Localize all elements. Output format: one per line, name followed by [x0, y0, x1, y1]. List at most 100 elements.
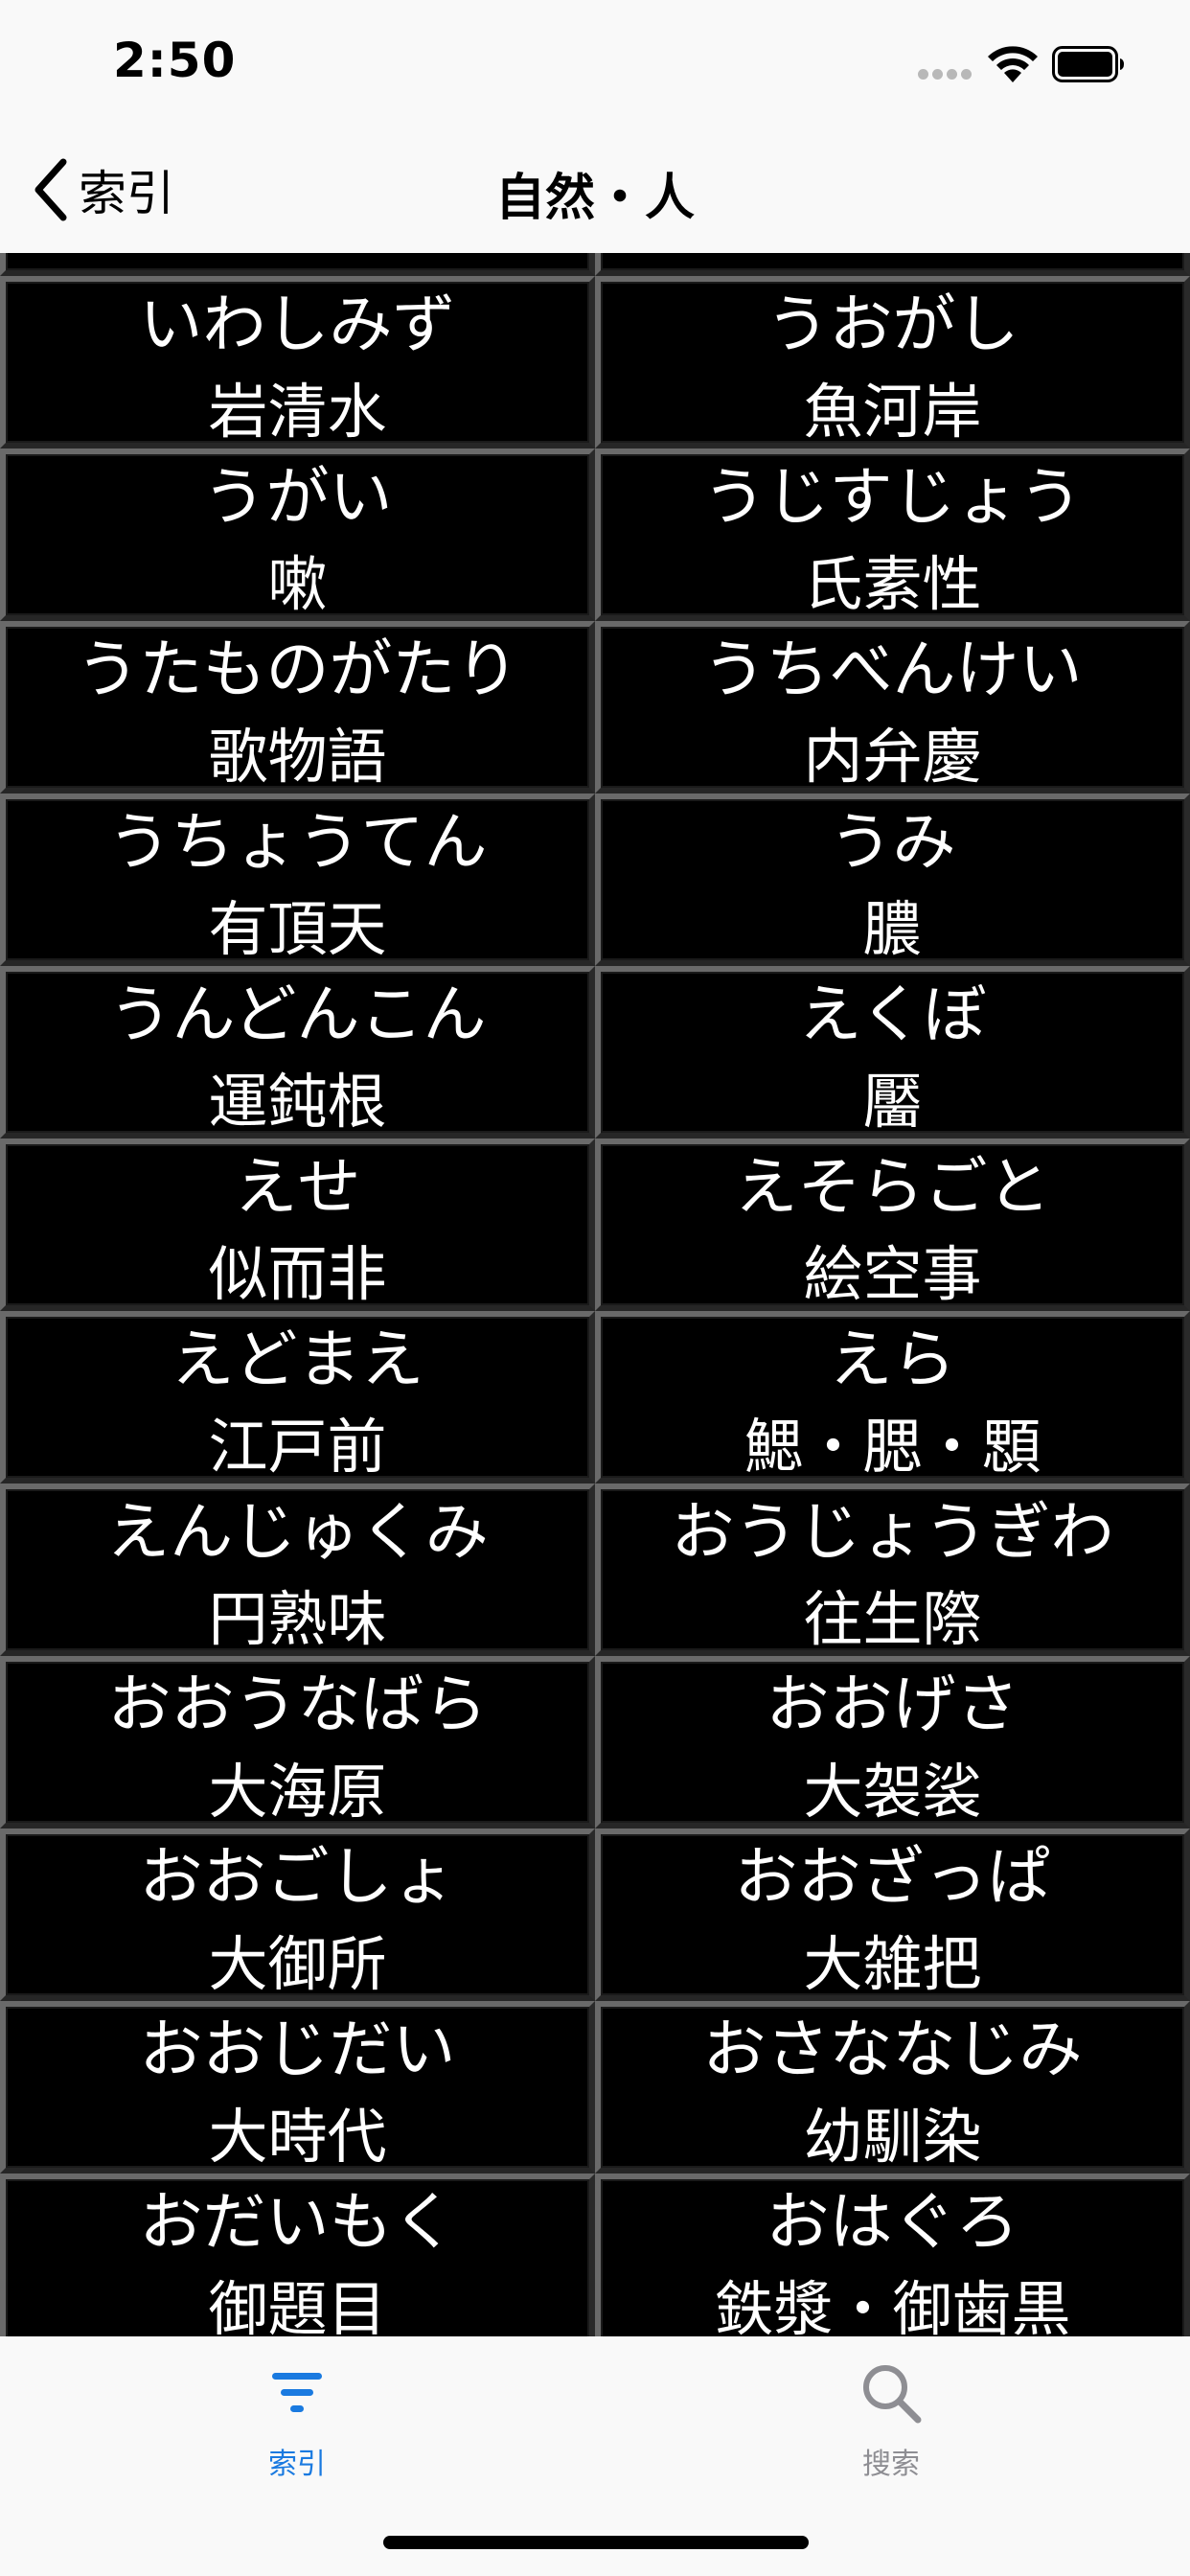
word-kanji: 岩清水 [208, 377, 387, 447]
word-reading: えくぼ [798, 978, 987, 1051]
word-cell[interactable]: えどまえ 江戸前 [0, 1311, 595, 1484]
battery-icon [1052, 46, 1124, 82]
word-reading: うたものがたり [76, 632, 519, 706]
grid-row: うんどんこん 運鈍根 えくぼ靨 [0, 966, 1190, 1138]
word-reading: うじすじょう [702, 460, 1083, 534]
word-reading: おはぐろ [766, 2185, 1019, 2259]
word-cell[interactable]: 居留守 [595, 253, 1190, 276]
word-cell[interactable]: えんじゅくみ 円熟味 [0, 1484, 595, 1656]
word-cell[interactable]: えら 鰓・腮・顋 [595, 1311, 1190, 1484]
word-reading: うんどんこん [108, 978, 487, 1051]
word-kanji: 内弁慶 [803, 722, 982, 792]
word-reading: おおうなばら [107, 1668, 488, 1741]
wifi-icon [988, 46, 1038, 82]
word-reading: えせ [234, 1150, 361, 1224]
word-cell[interactable]: おおじだい 大時代 [0, 2001, 595, 2174]
grid-row: えどまえ 江戸前 えら 鰓・腮・顋 [0, 1311, 1190, 1484]
grid-row: うちょうてん 有頂天 うみ膿 [0, 794, 1190, 966]
word-kanji: 鉄漿・御歯黒 [714, 2274, 1071, 2336]
grid-row: えせ 似而非 えそらごと 絵空事 [0, 1138, 1190, 1311]
word-cell[interactable]: おおうなばら 大海原 [0, 1656, 595, 1828]
page-title: 自然・人 [494, 170, 695, 227]
grid-row: いわしみず 岩清水 うおがし 魚河岸 [0, 276, 1190, 448]
word-reading: えそらごと [734, 1150, 1051, 1224]
word-grid[interactable]: 洸居留守いわしみず岩清水うおがし魚河岸うがい嗽うじすじょう氏素性うたものがたり歌… [0, 253, 1190, 2336]
word-cell[interactable]: おはぐろ鉄漿・御歯黒 [595, 2174, 1190, 2336]
navigation-bar: 索引 自然・人 [0, 126, 1190, 253]
word-reading: いわしみず [139, 288, 456, 361]
word-kanji: 大御所 [208, 1929, 387, 1999]
word-grid-content: 洸居留守いわしみず岩清水うおがし魚河岸うがい嗽うじすじょう氏素性うたものがたり歌… [0, 253, 1190, 2336]
word-reading: えどまえ [171, 1322, 424, 1396]
word-cell[interactable]: いわしみず 岩清水 [0, 276, 595, 448]
grid-row: 洸居留守 [0, 253, 1190, 276]
word-cell[interactable]: うおがし 魚河岸 [595, 276, 1190, 448]
word-cell[interactable]: うじすじょう 氏素性 [595, 448, 1190, 621]
tab-search-label: 搜索 [862, 2448, 920, 2481]
word-cell[interactable]: おおげさ 大袈裟 [595, 1656, 1190, 1828]
word-kanji: 似而非 [208, 1239, 387, 1309]
status-time: 2:50 [113, 33, 237, 88]
word-cell[interactable]: おうじょうぎわ往生際 [595, 1484, 1190, 1656]
tab-index-label: 索引 [268, 2448, 326, 2481]
home-indicator [383, 2536, 809, 2549]
word-cell[interactable]: うみ膿 [595, 794, 1190, 966]
word-kanji: 嗽 [267, 549, 328, 619]
word-reading: うおがし [766, 288, 1019, 361]
word-cell[interactable]: おおごしょ 大御所 [0, 1828, 595, 2001]
word-kanji: 幼馴染 [803, 2102, 982, 2172]
grid-row: おおごしょ 大御所 おおざっぱ 大雑把 [0, 1828, 1190, 2001]
word-kanji: 魚河岸 [803, 377, 982, 447]
word-cell[interactable]: えそらごと 絵空事 [595, 1138, 1190, 1311]
word-kanji: 往生際 [803, 1584, 982, 1654]
cellular-signal-icon [918, 69, 975, 80]
grid-row: うがい嗽うじすじょう 氏素性 [0, 448, 1190, 621]
grid-row: おだいもく 御題目 おはぐろ 鉄漿・御歯黒 [0, 2174, 1190, 2336]
tab-index[interactable]: 索引 [153, 2358, 441, 2492]
word-cell[interactable]: おさななじみ 幼馴染 [595, 2001, 1190, 2174]
grid-row: うたものがたり 歌物語 うちべんけい 内弁慶 [0, 621, 1190, 794]
word-cell[interactable]: うんどんこん 運鈍根 [0, 966, 595, 1138]
word-kanji: 円熟味 [208, 1584, 387, 1654]
word-reading: えんじゅくみ [106, 1495, 489, 1569]
grid-row: おおうなばら 大海原 おおげさ 大袈裟 [0, 1656, 1190, 1828]
word-kanji: 大時代 [208, 2102, 387, 2172]
word-reading: おおざっぱ [734, 1840, 1051, 1914]
word-kanji: 氏素性 [803, 549, 982, 619]
word-reading: おさななじみ [702, 2012, 1083, 2086]
word-cell[interactable]: うちょうてん 有頂天 [0, 794, 595, 966]
filter-lines-icon [272, 2373, 322, 2412]
grid-row: えんじゅくみ 円熟味 おうじょうぎわ 往生際 [0, 1484, 1190, 1656]
word-cell[interactable]: うがい嗽 [0, 448, 595, 621]
word-kanji: 膿 [862, 894, 923, 964]
word-reading: うちべんけい [702, 632, 1083, 706]
word-cell[interactable]: おだいもく 御題目 [0, 2174, 595, 2336]
word-reading: えら [829, 1322, 956, 1396]
word-reading: うがい [202, 460, 393, 534]
word-cell[interactable]: おおざっぱ 大雑把 [595, 1828, 1190, 2001]
word-cell[interactable]: 洸 [0, 253, 595, 276]
tab-search[interactable]: 搜索 [747, 2358, 1035, 2492]
word-kanji: 大雑把 [803, 1929, 982, 1999]
word-kanji: 有頂天 [208, 894, 387, 964]
word-cell[interactable]: えくぼ靨 [595, 966, 1190, 1138]
word-cell[interactable]: うたものがたり 歌物語 [0, 621, 595, 794]
word-kanji: 大海原 [208, 1757, 387, 1827]
word-reading: おおげさ [766, 1668, 1019, 1741]
word-cell[interactable]: うちべんけい 内弁慶 [595, 621, 1190, 794]
word-cell[interactable]: えせ 似而非 [0, 1138, 595, 1311]
word-reading: おうじょうぎわ [671, 1495, 1114, 1569]
status-bar: 2:50 [0, 0, 1190, 126]
word-kanji: 御題目 [208, 2274, 387, 2336]
word-kanji: 大袈裟 [803, 1757, 982, 1827]
word-kanji: 江戸前 [208, 1412, 387, 1482]
grid-row: おおじだい 大時代 おさななじみ 幼馴染 [0, 2001, 1190, 2174]
magnifier-icon [863, 2365, 922, 2424]
word-kanji: 鰓・腮・顋 [744, 1412, 1041, 1482]
word-kanji: 絵空事 [803, 1239, 982, 1309]
word-kanji: 運鈍根 [208, 1067, 387, 1137]
word-kanji: 靨 [862, 1067, 923, 1137]
word-reading: うちょうてん [107, 805, 488, 879]
word-reading: おだいもく [139, 2185, 456, 2259]
word-reading: おおじだい [139, 2012, 456, 2086]
